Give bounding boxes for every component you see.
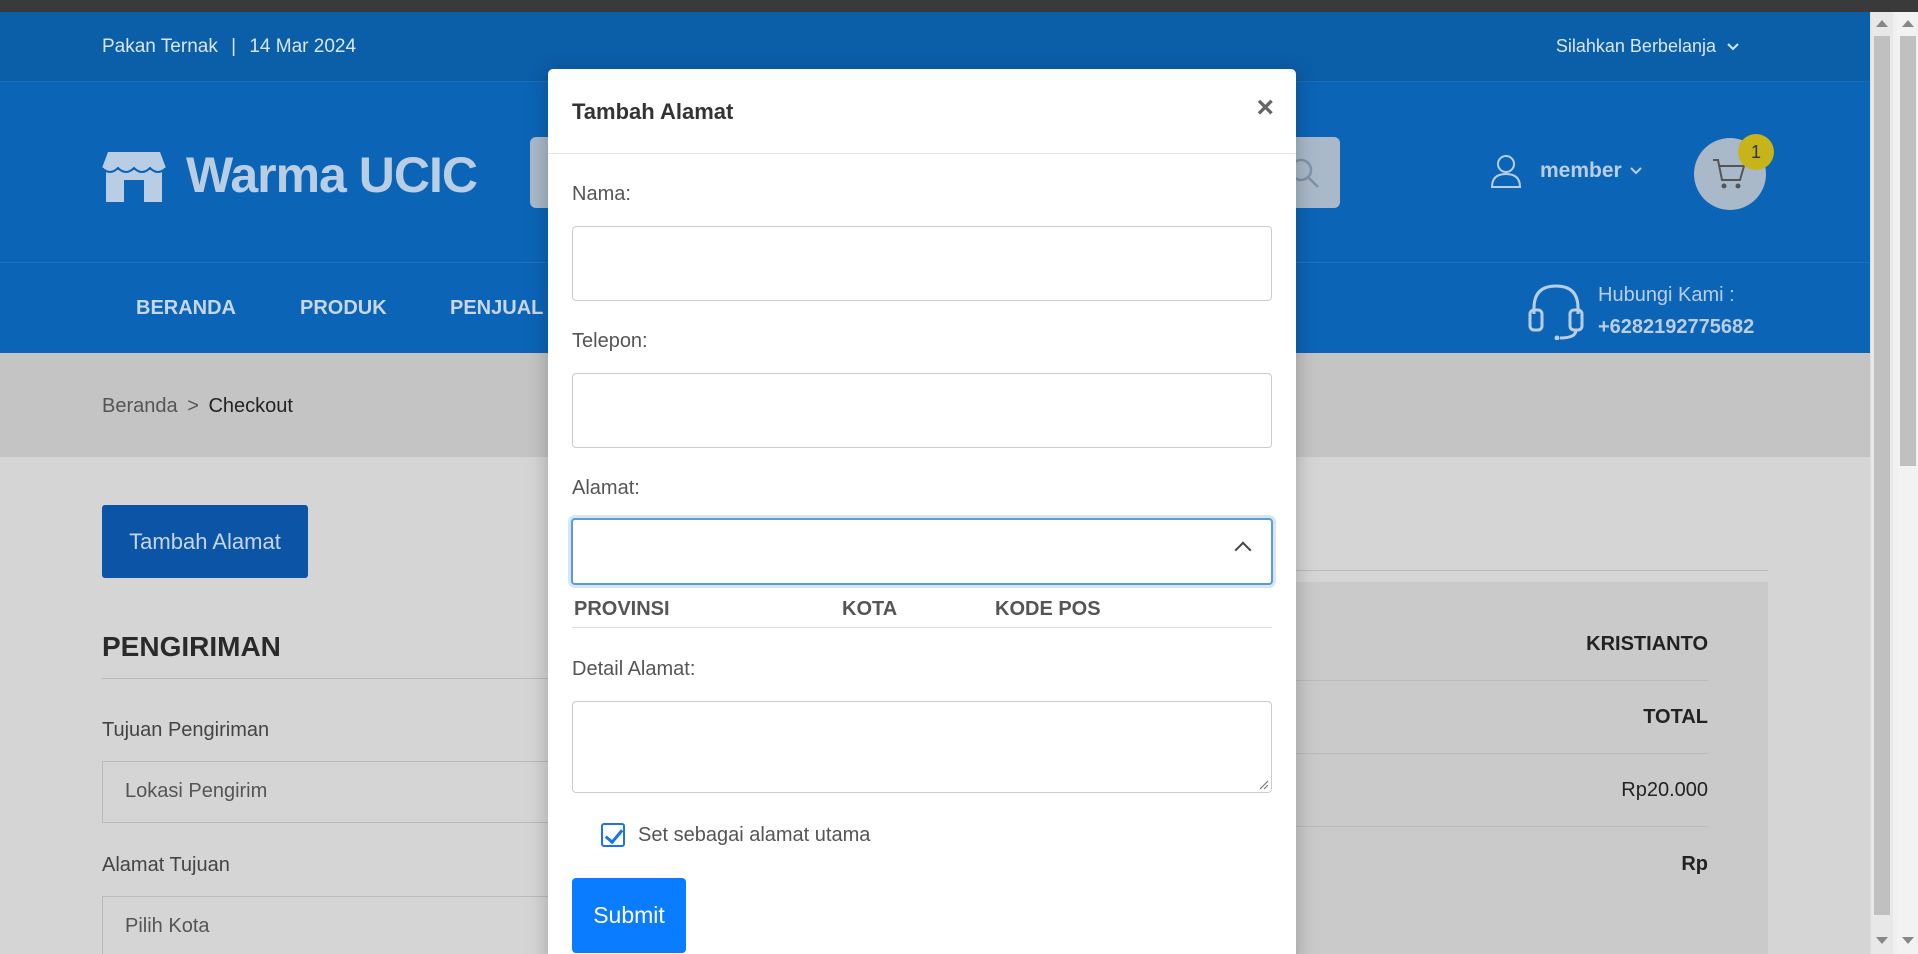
breadcrumb: Beranda > Checkout (102, 395, 293, 418)
user-menu[interactable]: member (1490, 154, 1642, 188)
greeting-dropdown[interactable]: Silahkan Berbelanja (1556, 36, 1740, 57)
summary-top-line (1296, 570, 1768, 571)
site-date-info: Pakan Ternak | 14 Mar 2024 (102, 36, 356, 58)
nama-label: Nama: (572, 183, 631, 205)
summary-grand-total: Rp (1681, 853, 1708, 875)
user-label: member (1540, 159, 1622, 182)
site-name: Pakan Ternak (102, 36, 218, 57)
telepon-input[interactable] (572, 373, 1272, 448)
headset-icon (1528, 284, 1584, 340)
tambah-alamat-button[interactable]: Tambah Alamat (102, 505, 308, 578)
nama-input[interactable] (572, 226, 1272, 301)
contact-title: Hubungi Kami : (1598, 284, 1735, 306)
page-background: Pakan Ternak | 14 Mar 2024 Silahkan Berb… (0, 12, 1870, 954)
scroll-up-arrow-icon[interactable] (1902, 20, 1914, 27)
summary-subtotal: Rp20.000 (1621, 779, 1708, 801)
cart-count-badge: 1 (1738, 134, 1774, 170)
contact-info: Hubungi Kami : +6282192775682 (1528, 279, 1754, 343)
breadcrumb-current: Checkout (208, 395, 293, 417)
nav-item-beranda[interactable]: BERANDA (136, 297, 236, 320)
tujuan-label: Tujuan Pengiriman (102, 719, 270, 741)
greeting-text: Silahkan Berbelanja (1555, 36, 1716, 56)
summary-customer-name: KRISTIANTO (1586, 633, 1708, 655)
browser-top-bar (0, 0, 1918, 12)
alamat-tujuan-label: Alamat Tujuan (102, 854, 230, 876)
chevron-down-icon (1727, 42, 1739, 50)
section-divider (102, 678, 562, 679)
current-date: 14 Mar 2024 (249, 36, 357, 57)
modal-header: Tambah Alamat × (548, 69, 1296, 154)
chevron-down-icon (1629, 167, 1642, 175)
summary-divider (1296, 753, 1708, 754)
detail-alamat-textarea[interactable] (572, 701, 1272, 793)
topbar-separator: | (231, 36, 237, 57)
alamat-utama-checkbox[interactable] (601, 823, 625, 847)
cart-button[interactable]: 1 (1694, 134, 1774, 210)
scroll-down-arrow-icon[interactable] (1902, 937, 1914, 944)
modal-title: Tambah Alamat (572, 99, 734, 124)
tambah-alamat-modal: Tambah Alamat × Nama: Telepon: Alamat: P… (548, 69, 1296, 954)
summary-divider (1296, 826, 1708, 827)
user-icon (1490, 155, 1522, 188)
contact-phone[interactable]: +6282192775682 (1598, 311, 1754, 343)
breadcrumb-home[interactable]: Beranda (102, 395, 178, 417)
scroll-down-arrow-icon[interactable] (1876, 937, 1888, 944)
alamat-label: Alamat: (572, 477, 640, 499)
alamat-tujuan-select[interactable]: Pilih Kota (102, 896, 562, 954)
summary-total-label: TOTAL (1643, 706, 1708, 728)
column-kota: KOTA (842, 598, 898, 620)
scroll-up-arrow-icon[interactable] (1876, 20, 1888, 27)
scrollbar-thumb[interactable] (1900, 36, 1916, 466)
pengiriman-title: PENGIRIMAN (102, 631, 281, 662)
logo-text: Warma UCIC (186, 147, 478, 203)
resize-grip-icon[interactable] (1257, 778, 1269, 790)
store-icon (102, 152, 166, 202)
site-logo[interactable]: Warma UCIC (102, 146, 478, 204)
close-icon[interactable]: × (1256, 93, 1274, 123)
column-provinsi: PROVINSI (574, 598, 670, 620)
column-kode-pos: KODE POS (995, 598, 1101, 620)
chevron-up-icon (1234, 541, 1252, 559)
nav-item-produk[interactable]: PRODUK (300, 297, 387, 320)
alamat-utama-label: Set sebagai alamat utama (638, 824, 871, 846)
scrollbar-thumb[interactable] (1874, 36, 1890, 915)
submit-button[interactable]: Submit (572, 878, 686, 953)
page-scrollbar[interactable] (1870, 12, 1918, 954)
breadcrumb-separator: > (187, 395, 199, 417)
summary-divider (1296, 680, 1708, 681)
alamat-dropdown-header: PROVINSI KOTA KODE POS (572, 594, 1272, 628)
tujuan-select[interactable]: Lokasi Pengirim (102, 761, 562, 823)
telepon-label: Telepon: (572, 330, 648, 352)
nav-item-penjual[interactable]: PENJUAL (450, 297, 543, 320)
detail-alamat-label: Detail Alamat: (572, 658, 696, 680)
alamat-select[interactable] (571, 518, 1273, 585)
